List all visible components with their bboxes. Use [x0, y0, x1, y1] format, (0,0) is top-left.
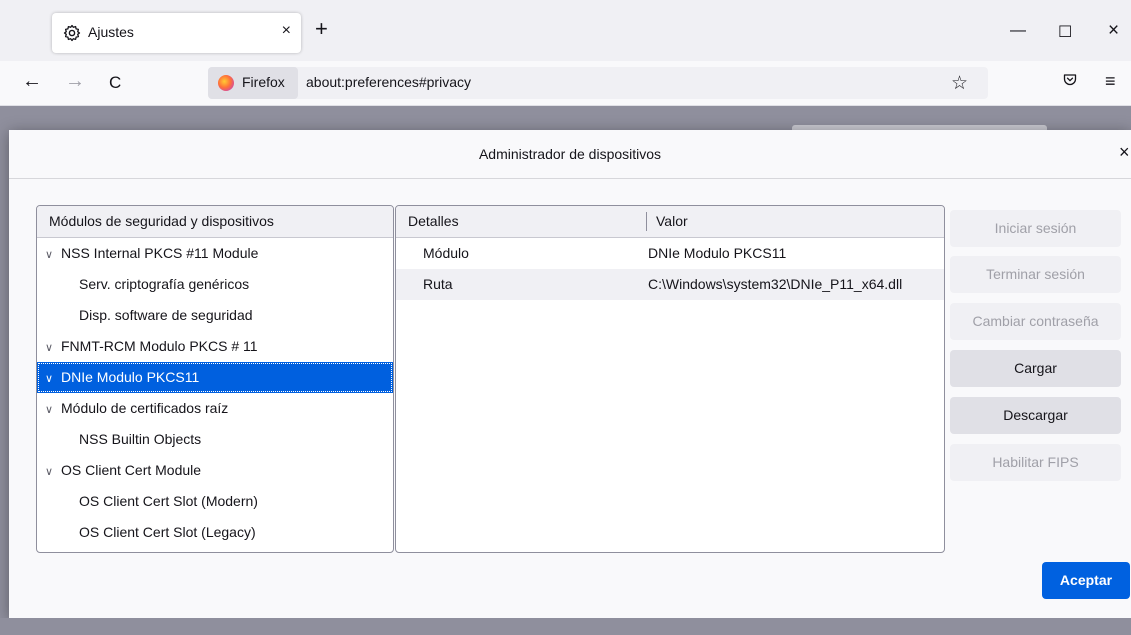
maximize-button[interactable]: ☐: [1058, 22, 1072, 42]
chevron-down-icon[interactable]: ∨: [45, 395, 61, 426]
tree-row-builtin[interactable]: NSS Builtin Objects: [37, 424, 393, 455]
firefox-logo-icon: [218, 75, 234, 91]
url-bar[interactable]: Firefox about:preferences#privacy ☆: [208, 67, 988, 99]
chevron-down-icon[interactable]: ∨: [45, 457, 61, 488]
tree-row-label: OS Client Cert Module: [61, 462, 202, 478]
tree-row-serv-cripto[interactable]: Serv. criptografía genéricos: [37, 269, 393, 300]
table-row[interactable]: Ruta C:\Windows\system32\DNIe_P11_x64.dl…: [396, 269, 944, 300]
tree-row-label: Serv. criptografía genéricos: [79, 276, 250, 292]
tree-row-label: Disp. software de seguridad: [79, 307, 253, 323]
forward-button[interactable]: →: [65, 71, 85, 91]
chevron-down-icon[interactable]: ∨: [45, 364, 61, 395]
accept-button[interactable]: Aceptar: [1042, 562, 1130, 599]
value-column-header[interactable]: Valor: [656, 213, 688, 229]
tree-row-label: Módulo de certificados raíz: [61, 400, 229, 416]
login-button[interactable]: Iniciar sesión: [950, 210, 1121, 247]
tree-row-label: NSS Internal PKCS #11 Module: [61, 245, 259, 261]
window-close-button[interactable]: ×: [1108, 20, 1119, 42]
dialog-title: Administrador de dispositivos: [478, 146, 662, 162]
bookmark-star-icon[interactable]: ☆: [951, 72, 968, 95]
tree-row-label: FNMT-RCM Modulo PKCS # 11: [61, 338, 258, 354]
tab-ajustes[interactable]: Ajustes ×: [52, 13, 301, 53]
details-column-header[interactable]: Detalles: [408, 213, 459, 229]
detail-value: C:\Windows\system32\DNIe_P11_x64.dll: [648, 276, 903, 292]
back-button[interactable]: ←: [22, 71, 42, 91]
tree-row-os-modern[interactable]: OS Client Cert Slot (Modern): [37, 486, 393, 517]
load-button[interactable]: Cargar: [950, 350, 1121, 387]
tree-row-root-certs[interactable]: ∨ Módulo de certificados raíz: [37, 393, 393, 424]
modules-tree[interactable]: Módulos de seguridad y dispositivos ∨ NSS…: [36, 205, 394, 553]
tab-title: Ajustes: [88, 24, 134, 40]
new-tab-button[interactable]: +: [315, 18, 328, 40]
tree-row-disp-software[interactable]: Disp. software de seguridad: [37, 300, 393, 331]
tab-close-icon[interactable]: ×: [282, 22, 291, 40]
tree-row-os-client-module[interactable]: ∨ OS Client Cert Module: [37, 455, 393, 486]
chevron-down-icon[interactable]: ∨: [45, 333, 61, 364]
tree-row-os-legacy[interactable]: OS Client Cert Slot (Legacy): [37, 517, 393, 548]
detail-key: Módulo: [423, 245, 469, 261]
enable-fips-button[interactable]: Habilitar FIPS: [950, 444, 1121, 481]
gear-icon: [63, 24, 81, 42]
tab-strip: Ajustes × + — ☐ ×: [0, 0, 1131, 61]
detail-key: Ruta: [423, 276, 453, 292]
dialog-title-bar: Administrador de dispositivos ×: [9, 130, 1131, 179]
chevron-down-icon[interactable]: ∨: [45, 240, 61, 271]
tree-row-nss-internal[interactable]: ∨ NSS Internal PKCS #11 Module: [37, 238, 393, 269]
tree-row-label: DNIe Modulo PKCS11: [61, 369, 200, 385]
tree-row-label: OS Client Cert Slot (Modern): [79, 493, 258, 509]
table-row[interactable]: Módulo DNIe Modulo PKCS11: [396, 238, 944, 269]
logout-button[interactable]: Terminar sesión: [950, 256, 1121, 293]
page-background: [0, 618, 1131, 635]
identity-box[interactable]: Firefox: [208, 67, 298, 99]
unload-button[interactable]: Descargar: [950, 397, 1121, 434]
detail-value: DNIe Modulo PKCS11: [648, 245, 787, 261]
tree-column-header[interactable]: Módulos de seguridad y dispositivos: [37, 206, 393, 238]
change-password-button[interactable]: Cambiar contraseña: [950, 303, 1121, 340]
menu-icon[interactable]: ≡: [1105, 71, 1116, 92]
tree-row-dnie[interactable]: ∨ DNIe Modulo PKCS11: [37, 362, 393, 393]
tree-row-fnmt[interactable]: ∨ FNMT-RCM Modulo PKCS # 11: [37, 331, 393, 362]
identity-label: Firefox: [242, 74, 285, 90]
url-text[interactable]: about:preferences#privacy: [306, 74, 471, 90]
tree-row-label: OS Client Cert Slot (Legacy): [79, 524, 256, 540]
minimize-button[interactable]: —: [1010, 22, 1026, 40]
details-header: Detalles Valor: [396, 206, 944, 238]
device-manager-dialog: Administrador de dispositivos × Módulos …: [9, 130, 1131, 618]
reload-button[interactable]: C: [109, 73, 121, 93]
details-table[interactable]: Detalles Valor Módulo DNIe Modulo PKCS11…: [395, 205, 945, 553]
tree-row-label: NSS Builtin Objects: [79, 431, 202, 447]
pocket-icon[interactable]: [1063, 73, 1077, 87]
dialog-close-icon[interactable]: ×: [1119, 142, 1130, 163]
nav-bar: ← → C Firefox about:preferences#privacy …: [0, 61, 1131, 106]
column-divider[interactable]: [646, 212, 647, 231]
